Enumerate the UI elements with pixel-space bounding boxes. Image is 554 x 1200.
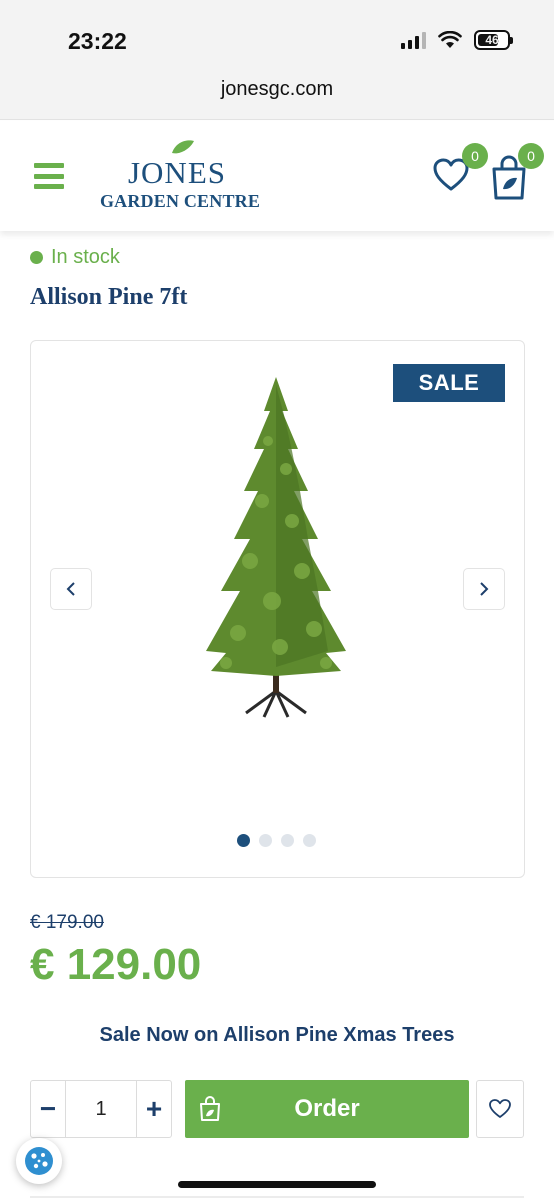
stock-status: In stock xyxy=(30,246,120,269)
stock-dot-icon xyxy=(30,251,43,264)
site-header: JONES GARDEN CENTRE 0 0 xyxy=(0,121,554,231)
product-gallery: SALE xyxy=(30,340,525,878)
browser-top-bar: 23:22 46 jonesgc.com xyxy=(0,0,554,120)
christmas-tree-icon xyxy=(206,377,346,718)
cookie-icon xyxy=(25,1147,53,1175)
logo-main-text: JONES xyxy=(127,155,226,190)
leaf-icon xyxy=(172,140,194,154)
gallery-prev-button[interactable] xyxy=(50,568,92,610)
heart-icon xyxy=(489,1099,511,1118)
quantity-input[interactable]: 1 xyxy=(65,1081,137,1137)
chevron-right-icon xyxy=(480,582,489,596)
chevron-left-icon xyxy=(66,582,75,596)
cart-button[interactable]: 0 xyxy=(488,143,544,203)
url-bar[interactable]: jonesgc.com xyxy=(0,78,554,101)
gallery-dot[interactable] xyxy=(259,834,272,847)
product-title: Allison Pine 7ft xyxy=(30,284,188,310)
status-time: 23:22 xyxy=(68,28,127,54)
battery-icon: 46 xyxy=(474,30,513,50)
battery-level: 46 xyxy=(485,33,499,47)
section-divider xyxy=(30,1196,524,1198)
sale-badge: SALE xyxy=(393,364,505,402)
order-button-label: Order xyxy=(294,1095,360,1122)
gallery-dot[interactable] xyxy=(303,834,316,847)
wishlist-count-badge: 0 xyxy=(462,143,488,169)
gallery-dot[interactable] xyxy=(237,834,250,847)
status-icons: 46 xyxy=(401,30,513,50)
cellular-signal-icon xyxy=(401,31,426,49)
quantity-stepper: − 1 + xyxy=(30,1080,172,1138)
wishlist-button[interactable]: 0 xyxy=(432,143,488,203)
shopping-bag-icon xyxy=(200,1096,220,1121)
product-image xyxy=(206,377,346,718)
cookie-settings-button[interactable] xyxy=(16,1138,62,1184)
menu-icon[interactable] xyxy=(34,163,64,189)
site-logo[interactable]: JONES GARDEN CENTRE xyxy=(96,139,264,219)
gallery-next-button[interactable] xyxy=(463,568,505,610)
stock-status-label: In stock xyxy=(51,246,120,268)
sale-price: € 129.00 xyxy=(30,940,202,989)
promo-text: Sale Now on Allison Pine Xmas Trees xyxy=(99,1024,455,1046)
order-button[interactable]: Order xyxy=(185,1080,469,1138)
add-to-wishlist-button[interactable] xyxy=(476,1080,524,1138)
wifi-icon xyxy=(438,31,462,48)
quantity-decrease-button[interactable]: − xyxy=(31,1080,65,1138)
gallery-dots xyxy=(237,834,316,847)
cart-count-badge: 0 xyxy=(518,143,544,169)
quantity-increase-button[interactable]: + xyxy=(137,1080,171,1138)
gallery-dot[interactable] xyxy=(281,834,294,847)
old-price: € 179.00 xyxy=(30,912,104,933)
home-indicator[interactable] xyxy=(178,1181,376,1188)
logo-sub-text: GARDEN CENTRE xyxy=(99,191,261,211)
